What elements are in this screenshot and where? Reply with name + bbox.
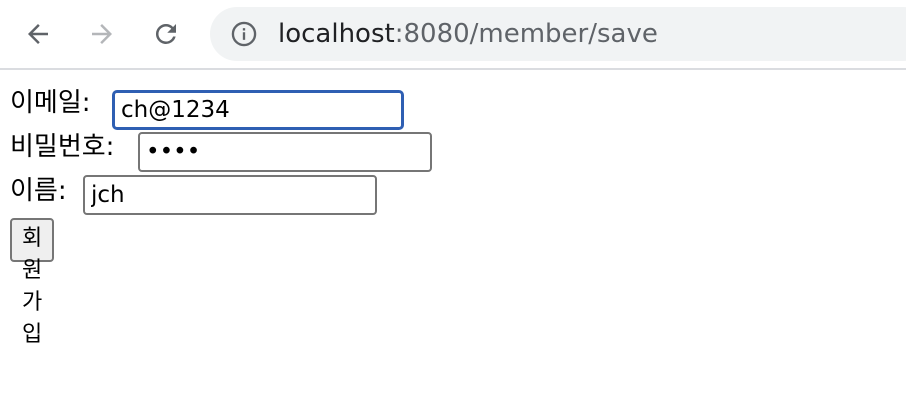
signup-button[interactable]: 회원가입	[10, 218, 55, 347]
info-icon[interactable]	[230, 20, 258, 48]
email-input[interactable]	[112, 90, 404, 130]
arrow-left-icon	[28, 24, 48, 44]
password-input[interactable]	[138, 132, 432, 172]
email-label: 이메일:	[10, 88, 91, 118]
browser-toolbar: localhost:8080/member/save	[0, 0, 906, 70]
url-text[interactable]: localhost:8080/member/save	[278, 20, 658, 48]
reload-button[interactable]	[146, 14, 186, 54]
arrow-right-icon	[92, 24, 112, 44]
password-label: 비밀번호:	[10, 132, 115, 162]
forward-button[interactable]	[82, 14, 122, 54]
name-input[interactable]	[83, 175, 377, 215]
name-label: 이름:	[10, 176, 67, 206]
url-host: localhost	[278, 19, 395, 49]
url-path: :8080/member/save	[394, 19, 658, 49]
back-button[interactable]	[18, 14, 58, 54]
address-bar[interactable]: localhost:8080/member/save	[210, 7, 906, 61]
reload-icon	[155, 23, 176, 44]
